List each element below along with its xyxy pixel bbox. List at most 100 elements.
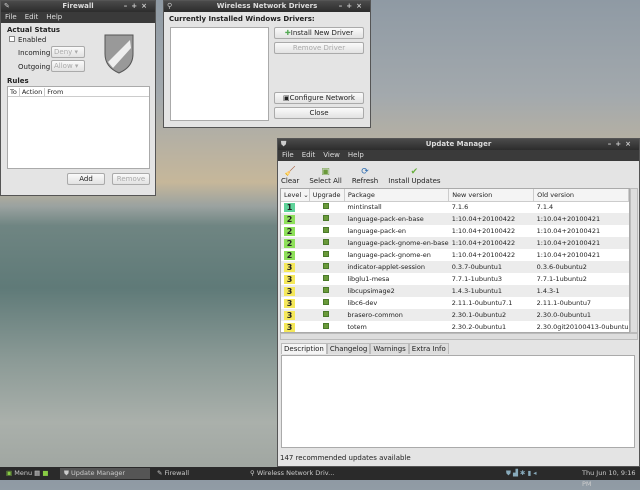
upgrade-checkbox[interactable] — [309, 249, 344, 261]
upgrade-checkbox[interactable] — [309, 201, 344, 213]
clear-button[interactable]: 🧹 Clear — [281, 167, 299, 185]
column-old-version[interactable]: Old version — [533, 189, 629, 202]
table-row[interactable]: 2 language-pack-gnome-en-base 1:10.04+20… — [281, 237, 629, 249]
wireless-titlebar[interactable]: ⚲ Wireless Network Drivers –+× — [164, 1, 370, 12]
wireless-window: ⚲ Wireless Network Drivers –+× Currently I… — [163, 0, 371, 128]
update-titlebar[interactable]: ⛊ Update Manager –+× — [278, 139, 639, 150]
window-controls[interactable]: –+× — [608, 139, 635, 150]
table-row[interactable]: 3 libcupsimage2 1.4.3-1ubuntu1 1.4.3-1 — [281, 285, 629, 297]
volume-icon: ◂ — [533, 469, 537, 477]
upgrade-checkbox[interactable] — [309, 213, 345, 225]
old-version-cell: 2.30.0git20100413-0ubuntu — [536, 323, 629, 331]
outgoing-select[interactable]: Allow ▾ — [51, 60, 85, 72]
task-wireless[interactable]: ⚲ Wireless Network Driv... — [246, 468, 336, 479]
clock[interactable]: Thu Jun 10, 9:16 PM — [578, 468, 640, 488]
close-button[interactable]: Close — [274, 107, 364, 119]
tab-description[interactable]: Description — [281, 343, 327, 354]
new-version-cell: 2.30.1-0ubuntu2 — [448, 309, 534, 321]
upgrade-checkbox[interactable] — [309, 273, 344, 285]
menu-file[interactable]: File — [282, 151, 294, 159]
column-upgrade[interactable]: Upgrade — [309, 189, 345, 202]
level-cell: 3 — [281, 297, 309, 309]
window-title: Firewall — [62, 2, 94, 10]
install-updates-button[interactable]: ✔ Install Updates — [388, 167, 440, 185]
remove-driver-button[interactable]: Remove Driver — [274, 42, 364, 54]
new-version-cell: 0.3.7-0ubuntu1 — [448, 261, 534, 273]
upgrade-checkbox[interactable] — [309, 297, 344, 309]
install-driver-button[interactable]: ✚Install New Driver — [274, 27, 364, 39]
table-row[interactable]: 2 language-pack-gnome-en 1:10.04+2010042… — [281, 249, 629, 261]
tab-changelog[interactable]: Changelog — [326, 343, 371, 354]
vertical-scrollbar[interactable] — [630, 188, 638, 333]
table-row[interactable]: 3 libglu1-mesa 7.7.1-1ubuntu3 7.7.1-1ubu… — [281, 273, 629, 285]
level-cell: 1 — [281, 201, 309, 213]
new-version-cell: 7.7.1-1ubuntu3 — [451, 275, 502, 283]
tab-extra-info[interactable]: Extra Info — [408, 343, 449, 354]
old-version-cell: 1.4.3-1 — [533, 285, 629, 297]
mint-icon: ▣ — [6, 469, 13, 477]
column-from[interactable]: From — [45, 88, 65, 96]
menu-edit[interactable]: Edit — [25, 13, 39, 21]
add-button[interactable]: Add — [67, 173, 105, 185]
package-cell: totem — [347, 323, 367, 331]
column-action[interactable]: Action — [19, 88, 46, 96]
drivers-list[interactable] — [170, 27, 269, 121]
table-row[interactable]: 2 language-pack-en 1:10.04+20100422 1:10… — [281, 225, 629, 237]
rules-heading: Rules — [7, 77, 29, 85]
table-row[interactable]: 2 language-pack-en-base 1:10.04+20100422… — [281, 213, 629, 225]
level-cell: 3 — [281, 273, 309, 285]
enabled-checkbox[interactable]: Enabled — [9, 36, 46, 44]
select-all-button[interactable]: ▣ Select All — [309, 167, 342, 185]
column-package[interactable]: Package — [344, 189, 450, 202]
column-new-version[interactable]: New version — [448, 189, 535, 202]
horizontal-scrollbar[interactable] — [280, 333, 638, 340]
table-row[interactable]: 3 indicator-applet-session 0.3.7-0ubuntu… — [281, 261, 629, 273]
tray-icons[interactable]: ⛊ ▟ ✱ ▮ ◂ — [502, 468, 536, 479]
incoming-select[interactable]: Deny ▾ — [51, 46, 85, 58]
upgrade-checkbox[interactable] — [309, 309, 345, 321]
package-cell: language-pack-gnome-en — [347, 251, 431, 259]
terminal-icon[interactable]: ■ — [42, 469, 48, 477]
battery-icon: ▮ — [527, 469, 532, 477]
tab-warnings[interactable]: Warnings — [370, 343, 409, 354]
menu-file[interactable]: File — [5, 13, 17, 21]
column-to[interactable]: To — [8, 88, 20, 96]
upgrade-checkbox[interactable] — [309, 321, 344, 332]
window-title: Update Manager — [425, 140, 492, 148]
upgrade-checkbox[interactable] — [309, 261, 345, 273]
menu-help[interactable]: Help — [348, 151, 364, 159]
rules-table[interactable]: To Action From — [7, 86, 150, 169]
package-cell: language-pack-gnome-en-base — [344, 237, 449, 249]
column-level[interactable]: Level ⌄ — [281, 189, 310, 202]
new-version-cell: 1:10.04+20100422 — [448, 237, 534, 249]
table-row[interactable]: 1 mintinstall 7.1.6 7.1.4 — [281, 201, 629, 213]
table-row[interactable]: 3 totem 2.30.2-0ubuntu1 2.30.0git2010041… — [281, 321, 629, 332]
task-update-manager[interactable]: ⛊ Update Manager — [60, 468, 150, 479]
show-desktop-icon[interactable]: ▦ — [34, 469, 40, 477]
menu-view[interactable]: View — [323, 151, 340, 159]
upgrade-checkbox[interactable] — [309, 285, 345, 297]
table-row[interactable]: 3 libc6-dev 2.11.1-0ubuntu7.1 2.11.1-0ub… — [281, 297, 629, 309]
bluetooth-icon: ✱ — [520, 469, 526, 477]
new-version-cell: 7.1.6 — [451, 203, 469, 212]
task-firewall[interactable]: ✎ Firewall — [153, 468, 243, 479]
menu-help[interactable]: Help — [46, 13, 62, 21]
window-controls[interactable]: –+× — [339, 1, 366, 12]
firewall-titlebar[interactable]: ✎ Firewall –+× — [1, 1, 155, 12]
status-heading: Actual Status — [7, 26, 61, 34]
refresh-button[interactable]: ⟳ Refresh — [352, 167, 378, 185]
updates-table[interactable]: Level ⌄ Upgrade Package New version Old … — [280, 188, 630, 333]
package-cell: libc6-dev — [347, 299, 378, 307]
table-row[interactable]: 3 brasero-common 2.30.1-0ubuntu2 2.30.0-… — [281, 309, 629, 321]
upgrade-checkbox[interactable] — [309, 225, 344, 237]
upgrade-checkbox[interactable] — [309, 237, 345, 249]
network-icon: ▣ — [282, 94, 290, 102]
menu-edit[interactable]: Edit — [302, 151, 316, 159]
configure-network-button[interactable]: ▣Configure Network — [274, 92, 364, 104]
level-cell: 3 — [281, 309, 310, 321]
old-version-cell: 1:10.04+20100421 — [533, 213, 629, 225]
description-area[interactable] — [281, 355, 635, 448]
window-controls[interactable]: –+× — [124, 1, 151, 12]
remove-button[interactable]: Remove — [112, 173, 150, 185]
menu-button[interactable]: ▣ Menu ▦ ■ — [2, 468, 49, 479]
